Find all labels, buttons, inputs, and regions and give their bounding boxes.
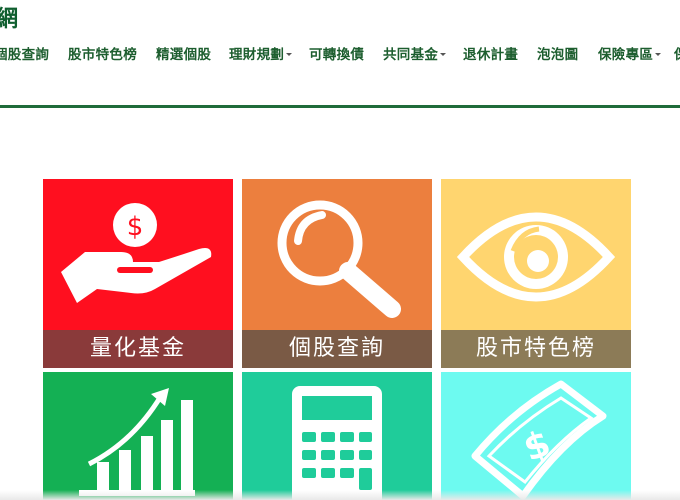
nav-item-label: 保險專區 bbox=[598, 47, 654, 63]
tile-label: 量化基金 bbox=[43, 330, 233, 368]
magnifier-icon bbox=[242, 179, 432, 330]
tile-stock-query[interactable]: 個股查詢 bbox=[242, 179, 432, 368]
nav-item-label: 可轉換債 bbox=[309, 47, 365, 63]
tile-growth[interactable] bbox=[43, 372, 233, 500]
tile-banknote[interactable]: $ bbox=[441, 372, 631, 500]
nav-item-bubble-chart[interactable]: 泡泡圖 bbox=[537, 44, 578, 66]
tile-label: 個股查詢 bbox=[242, 330, 432, 368]
bottom-fade bbox=[0, 490, 680, 500]
nav-overflow-fragment: 保 bbox=[674, 44, 680, 66]
nav-item-market-rankings[interactable]: 股市特色榜 bbox=[68, 44, 137, 66]
tile-icon-area bbox=[242, 179, 432, 330]
tile-label: 股市特色榜 bbox=[441, 330, 631, 368]
tile-market-rankings[interactable]: 股市特色榜 bbox=[441, 179, 631, 368]
tile-icon-area bbox=[441, 179, 631, 330]
nav-item-label: 股市特色榜 bbox=[68, 47, 137, 63]
caret-down-icon bbox=[655, 52, 662, 56]
main-nav: 個股查詢 股市特色榜 精選個股 理財規劃 可轉換債 共同基金 退休計畫 泡泡圖 … bbox=[0, 44, 680, 66]
banknote-icon: $ bbox=[441, 372, 631, 500]
nav-item-selected-stocks[interactable]: 精選個股 bbox=[156, 44, 211, 66]
nav-item-convertible-bonds[interactable]: 可轉換債 bbox=[309, 44, 364, 66]
money-hand-icon: $ bbox=[43, 179, 233, 330]
tile-calculator[interactable] bbox=[242, 372, 432, 500]
nav-item-financial-planning[interactable]: 理財規劃 bbox=[229, 44, 293, 66]
growth-chart-icon bbox=[43, 372, 233, 500]
calculator-icon bbox=[242, 372, 432, 500]
nav-item-label: 個股查詢 bbox=[0, 47, 50, 63]
eye-icon bbox=[441, 179, 631, 330]
nav-item-insurance[interactable]: 保險專區 bbox=[598, 44, 662, 66]
site-logo-text[interactable]: 網 bbox=[0, 6, 18, 34]
nav-item-stock-query[interactable]: 個股查詢 bbox=[0, 44, 49, 66]
nav-item-label: 共同基金 bbox=[383, 47, 439, 63]
nav-item-label: 退休計畫 bbox=[463, 47, 519, 63]
caret-down-icon bbox=[286, 52, 293, 56]
nav-divider bbox=[0, 105, 680, 108]
nav-item-mutual-funds[interactable]: 共同基金 bbox=[383, 44, 447, 66]
tile-icon-area: $ bbox=[43, 179, 233, 330]
svg-text:$: $ bbox=[127, 212, 144, 242]
nav-item-label: 精選個股 bbox=[156, 47, 212, 63]
tile-quant-fund[interactable]: $ 量化基金 bbox=[43, 179, 233, 368]
nav-item-label: 泡泡圖 bbox=[537, 47, 579, 63]
nav-item-label: 理財規劃 bbox=[229, 47, 285, 63]
caret-down-icon bbox=[440, 52, 447, 56]
nav-item-retirement-plan[interactable]: 退休計畫 bbox=[463, 44, 518, 66]
